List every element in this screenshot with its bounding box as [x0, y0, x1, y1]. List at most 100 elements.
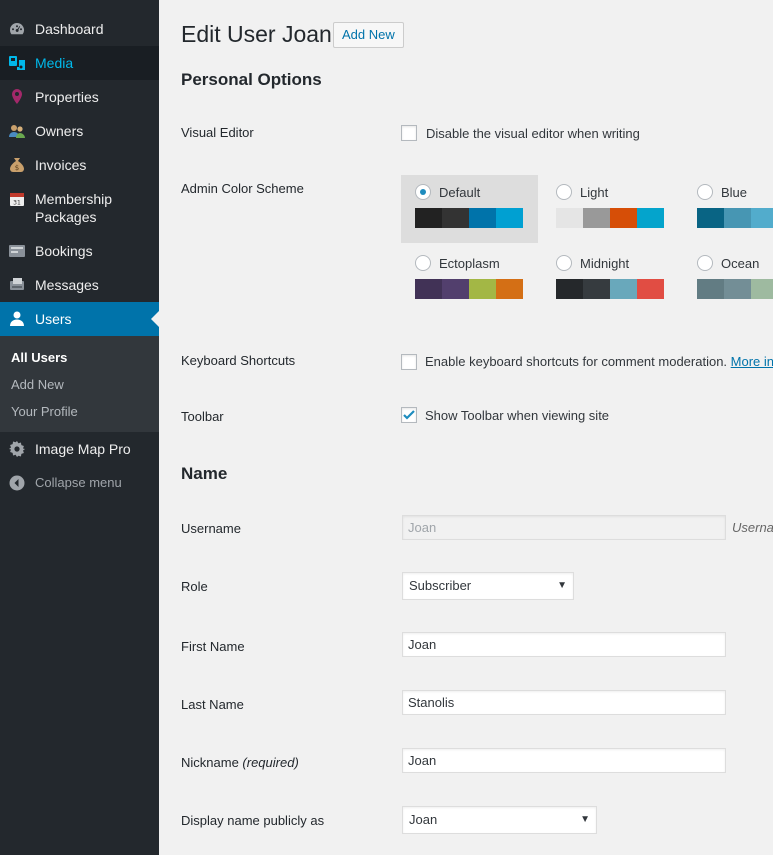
scheme-radio[interactable]	[556, 255, 572, 271]
toolbar-checkbox-label: Show Toolbar when viewing site	[425, 408, 610, 423]
color-swatch	[469, 208, 496, 228]
display-name-select[interactable]: Joan ▼	[402, 806, 597, 834]
color-swatch	[697, 208, 724, 228]
color-swatch	[637, 208, 664, 228]
color-swatch	[496, 208, 523, 228]
sidebar-item-dashboard[interactable]: Dashboard	[0, 20, 159, 38]
scheme-radio[interactable]	[697, 255, 713, 271]
role-select-value: Subscriber	[409, 578, 472, 593]
collapse-menu-button[interactable]: Collapse menu	[0, 474, 159, 492]
scheme-radio[interactable]	[415, 255, 431, 271]
collapse-menu-label: Collapse menu	[35, 475, 122, 490]
messages-icon	[8, 276, 26, 294]
required-note: (required)	[242, 755, 299, 770]
first-name-input[interactable]: Joan	[402, 632, 726, 657]
keyboard-shortcuts-text: Enable keyboard shortcuts for comment mo…	[425, 354, 728, 369]
submenu-add-new[interactable]: Add New	[11, 377, 64, 392]
nickname-input[interactable]: Joan	[402, 748, 726, 773]
sidebar-item-label: Image Map Pro	[35, 441, 131, 457]
sidebar-item-membership-packages[interactable]: 31 Membership Packages	[0, 190, 159, 226]
scheme-radio[interactable]	[415, 184, 431, 200]
map-pin-icon	[8, 88, 26, 106]
scheme-radio[interactable]	[697, 184, 713, 200]
scheme-swatches	[556, 279, 664, 299]
scheme-name: Blue	[721, 185, 748, 200]
gear-icon	[8, 440, 26, 458]
sidebar-item-label: Dashboard	[35, 21, 104, 37]
role-label: Role	[181, 579, 208, 594]
collapse-arrow-icon	[8, 474, 26, 492]
color-scheme-light[interactable]: Light	[542, 175, 679, 243]
current-menu-pointer	[151, 311, 159, 327]
sidebar-item-users[interactable]: Users	[0, 302, 159, 336]
color-scheme-midnight[interactable]: Midnight	[542, 246, 679, 314]
role-select[interactable]: Subscriber ▼	[402, 572, 574, 600]
color-scheme-ocean[interactable]: Ocean	[683, 246, 773, 314]
color-swatch	[751, 279, 773, 299]
keyboard-shortcuts-label: Keyboard Shortcuts	[181, 353, 296, 368]
color-swatch	[637, 279, 664, 299]
svg-text:$: $	[15, 164, 19, 172]
color-swatch	[496, 279, 523, 299]
color-swatch	[610, 279, 637, 299]
visual-editor-checkbox[interactable]	[401, 125, 417, 141]
sidebar-item-label: Messages	[35, 277, 99, 293]
chevron-down-icon: ▼	[557, 580, 567, 591]
color-swatch	[724, 208, 751, 228]
admin-color-scheme-label: Admin Color Scheme	[181, 181, 304, 196]
keyboard-shortcuts-checkbox-label: Enable keyboard shortcuts for comment mo…	[425, 354, 773, 369]
submenu-your-profile[interactable]: Your Profile	[11, 404, 78, 419]
dashboard-icon	[8, 20, 26, 38]
sidebar-item-label: Membership Packages	[35, 191, 113, 225]
checkmark-icon	[403, 410, 415, 420]
nickname-label-text: Nickname	[181, 755, 239, 770]
more-info-link[interactable]: More in	[731, 354, 773, 369]
scheme-name: Light	[580, 185, 609, 200]
money-bag-icon: $	[8, 156, 26, 174]
color-swatch	[583, 208, 610, 228]
sidebar-item-messages[interactable]: Messages	[0, 276, 159, 294]
toolbar-checkbox[interactable]	[401, 407, 417, 423]
last-name-label: Last Name	[181, 697, 244, 712]
media-icon	[8, 54, 26, 72]
personal-options-heading: Personal Options	[181, 70, 322, 89]
scheme-radio[interactable]	[556, 184, 572, 200]
username-input: Joan	[402, 515, 726, 540]
color-swatch	[469, 279, 496, 299]
submenu-all-users[interactable]: All Users	[11, 350, 67, 365]
last-name-input[interactable]: Stanolis	[402, 690, 726, 715]
keyboard-shortcuts-checkbox[interactable]	[401, 354, 417, 370]
display-name-label: Display name publicly as	[181, 813, 325, 828]
sidebar-item-properties[interactable]: Properties	[0, 88, 159, 106]
add-new-button[interactable]: Add New	[333, 22, 404, 48]
sidebar-item-label: Owners	[35, 123, 84, 139]
toolbar-label: Toolbar	[181, 409, 224, 424]
sidebar-item-label: Users	[35, 311, 72, 327]
display-name-select-value: Joan	[409, 812, 438, 827]
chevron-down-icon: ▼	[580, 814, 590, 825]
scheme-name: Midnight	[580, 256, 630, 271]
sidebar-item-label: Properties	[35, 89, 99, 105]
sidebar-item-media[interactable]: Media	[0, 46, 159, 80]
sidebar-item-image-map-pro[interactable]: Image Map Pro	[0, 440, 159, 458]
sidebar-item-bookings[interactable]: Bookings	[0, 242, 159, 260]
color-swatch	[583, 279, 610, 299]
scheme-swatches	[697, 279, 773, 299]
sidebar-item-invoices[interactable]: $ Invoices	[0, 156, 159, 174]
color-scheme-blue[interactable]: Blue	[683, 175, 773, 243]
visual-editor-checkbox-label: Disable the visual editor when writing	[426, 126, 640, 141]
main-content: Edit User Joan Add New Personal Options …	[159, 0, 773, 855]
admin-sidebar: Dashboard Media Properties Owners $ Invo…	[0, 0, 159, 855]
bookings-icon	[8, 242, 26, 260]
color-swatch	[697, 279, 724, 299]
username-label: Username	[181, 521, 241, 536]
first-name-label: First Name	[181, 639, 245, 654]
user-icon	[8, 310, 26, 328]
color-scheme-ectoplasm[interactable]: Ectoplasm	[401, 246, 538, 314]
color-scheme-default[interactable]: Default	[401, 175, 538, 243]
color-swatch	[556, 208, 583, 228]
svg-text:31: 31	[13, 200, 21, 207]
sidebar-item-label: Bookings	[35, 243, 93, 259]
visual-editor-label: Visual Editor	[181, 125, 254, 140]
sidebar-item-owners[interactable]: Owners	[0, 122, 159, 140]
